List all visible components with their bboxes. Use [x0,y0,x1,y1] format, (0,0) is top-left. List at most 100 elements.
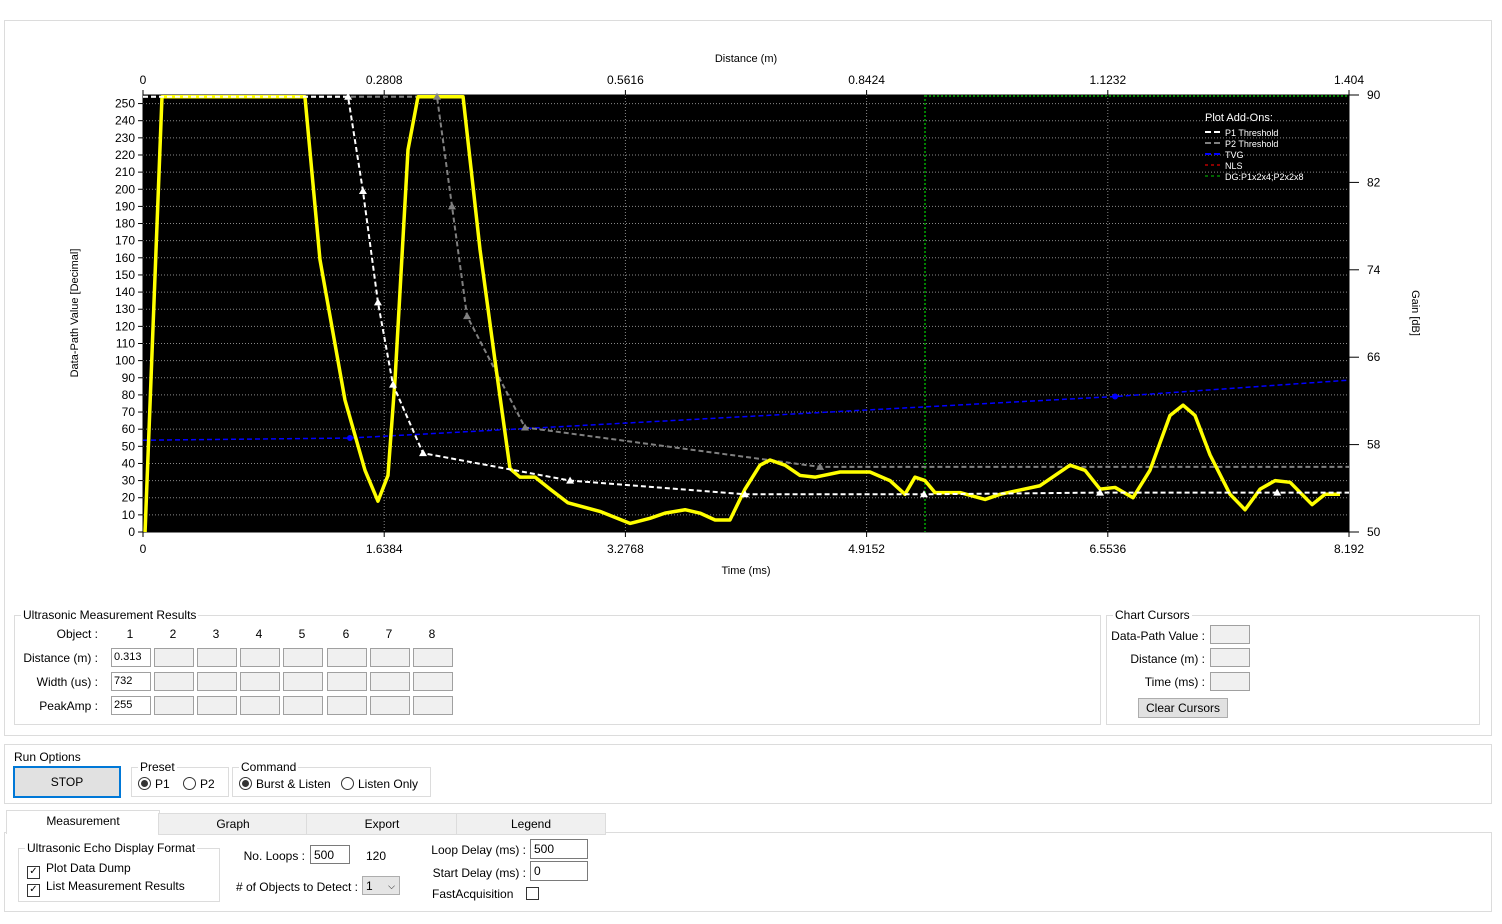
ytick-left-label: 50 [122,439,136,453]
results-title: Ultrasonic Measurement Results [21,608,199,622]
fast-acquisition-checkbox[interactable] [526,887,539,900]
ytick-left-label: 130 [115,302,135,316]
ytick-left-label: 140 [115,285,135,299]
object-number: 3 [212,627,220,641]
list-results-checkbox[interactable]: ✓ List Measurement Results [27,879,185,897]
result-cell [370,648,410,667]
result-cell [240,648,280,667]
xtick-time-label: 8.192 [1334,542,1364,556]
ytick-left-label: 0 [128,525,135,539]
object-number: 5 [298,627,306,641]
loop-delay-input[interactable]: 500 [530,839,588,859]
chevron-down-icon: ⌵ [388,881,395,891]
preset-p2-radio[interactable]: P2 [183,777,215,791]
radio-selected-icon [239,777,252,790]
objects-value: 1 [366,879,373,893]
radio-label: Burst & Listen [256,777,331,791]
result-row-label: Distance (m) : [23,651,98,665]
result-cell: 732 [111,672,151,691]
tab-export[interactable]: Export [306,813,458,835]
loops-input[interactable]: 500 [310,845,350,864]
loop-delay-label: Loop Delay (ms) : [431,843,526,857]
x-axis-top-title: Distance (m) [715,53,777,65]
objects-select[interactable]: 1 ⌵ [362,876,400,895]
ytick-right-label: 90 [1367,88,1381,102]
radio-icon [341,777,354,790]
ytick-left-label: 240 [115,114,135,128]
result-cell [327,648,367,667]
result-cell [327,696,367,715]
radio-selected-icon [138,777,151,790]
radio-label: P2 [200,777,215,791]
start-delay-input[interactable]: 0 [530,861,588,881]
preset-p1-radio[interactable]: P1 [138,777,170,791]
plot-area [143,95,1349,532]
echo-chart[interactable]: 0 10 20 30 40 50 60 70 80 90 100 110 120 130 140 150 160… [0,0,1502,600]
tvg-point [1112,393,1119,400]
radio-label: Listen Only [358,777,419,791]
xtick-time-label: 3.2768 [607,542,644,556]
result-cell [154,696,194,715]
object-number: 4 [255,627,263,641]
result-cell [197,648,237,667]
run-options-title: Run Options [14,750,81,764]
plot-data-dump-checkbox[interactable]: ✓ Plot Data Dump [27,861,131,879]
xtick-distance-label: 1.404 [1334,73,1364,87]
ytick-left-label: 120 [115,319,135,333]
checkbox-label: Plot Data Dump [46,861,131,875]
result-cell [413,696,453,715]
ytick-left-label: 150 [115,268,135,282]
ytick-left-label: 210 [115,165,135,179]
xtick-distance-label: 0.2808 [366,73,403,87]
ytick-left-label: 160 [115,251,135,265]
listen-only-radio[interactable]: Listen Only [341,777,418,791]
tab-legend[interactable]: Legend [456,813,606,835]
xtick-time-label: 6.5536 [1089,542,1126,556]
result-cell: 0.313 [111,648,151,667]
legend-title: Plot Add-Ons: [1205,112,1273,124]
ytick-right-label: 82 [1367,175,1381,189]
tab-measurement[interactable]: Measurement [6,810,160,834]
ytick-left-label: 190 [115,199,135,213]
preset-title: Preset [138,760,177,774]
object-number: 7 [385,627,393,641]
cursor-value-label: Data-Path Value : [1111,629,1205,643]
cursor-time-label: Time (ms) : [1144,675,1205,689]
result-cell [283,696,323,715]
result-cell [154,648,194,667]
object-label: Object : [56,627,98,641]
checkbox-label: List Measurement Results [46,879,185,893]
cursor-time-field [1210,672,1250,691]
ytick-right-label: 50 [1367,525,1381,539]
x-axis-bottom-title: Time (ms) [721,565,770,577]
ytick-left-label: 20 [122,491,136,505]
result-cell [413,672,453,691]
result-cell [370,672,410,691]
burst-listen-radio[interactable]: Burst & Listen [239,777,331,791]
legend-entry: P2 Threshold [1225,139,1278,149]
ytick-left-label: 200 [115,182,135,196]
xtick-distance-label: 0.5616 [607,73,644,87]
cursor-value-field [1210,625,1250,644]
result-cell [240,672,280,691]
stop-button[interactable]: STOP [13,766,121,798]
legend-entry: DG:P1x2x4;P2x2x8 [1225,172,1304,182]
ytick-left-label: 10 [122,508,136,522]
ytick-left-label: 250 [115,97,135,111]
xtick-distance-label: 0.8424 [848,73,885,87]
ytick-left-label: 90 [122,371,136,385]
checkmark-icon: ✓ [27,866,40,879]
start-delay-label: Start Delay (ms) : [432,866,526,880]
fast-acquisition-label: FastAcquisition [432,887,514,901]
ytick-left-label: 220 [115,148,135,162]
clear-cursors-button[interactable]: Clear Cursors [1138,698,1228,718]
tab-graph[interactable]: Graph [158,813,308,835]
ytick-left-label: 80 [122,388,136,402]
ytick-left-label: 70 [122,405,136,419]
result-cell [283,648,323,667]
display-format-title: Ultrasonic Echo Display Format [25,841,198,855]
ytick-left-label: 30 [122,474,136,488]
legend-entry: TVG [1225,150,1244,160]
ytick-left-label: 170 [115,234,135,248]
loop-count: 120 [366,849,387,863]
